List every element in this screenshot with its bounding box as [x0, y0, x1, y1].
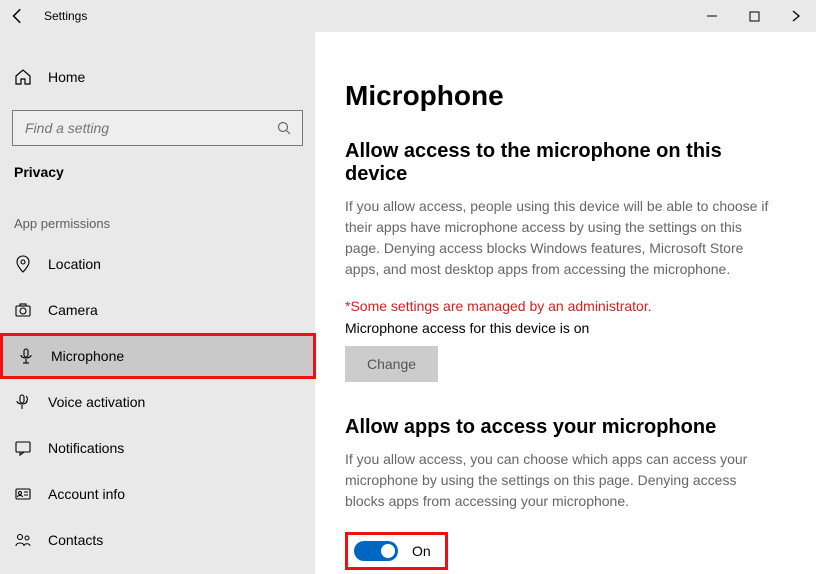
sidebar-item-label: Account info: [48, 486, 125, 502]
sidebar-item-voice-activation[interactable]: Voice activation: [0, 379, 315, 425]
notifications-icon: [14, 439, 32, 457]
section1-heading: Allow access to the microphone on this d…: [345, 140, 776, 186]
toggle-label: On: [412, 543, 431, 559]
sidebar-subhead: App permissions: [0, 196, 315, 241]
back-button[interactable]: [8, 6, 28, 26]
sidebar-item-notifications[interactable]: Notifications: [0, 425, 315, 471]
voice-icon: [14, 393, 32, 411]
sidebar-item-label: Location: [48, 256, 101, 272]
sidebar-item-label: Microphone: [51, 348, 124, 364]
search-input[interactable]: [12, 110, 303, 146]
sidebar-section: Privacy: [0, 164, 315, 196]
sidebar-item-microphone[interactable]: Microphone: [0, 333, 316, 379]
maximize-icon: [749, 11, 760, 22]
arrow-left-icon: [9, 7, 27, 25]
close-button[interactable]: [784, 4, 808, 28]
maximize-button[interactable]: [742, 4, 766, 28]
change-button[interactable]: Change: [345, 346, 438, 382]
device-access-status: Microphone access for this device is on: [345, 320, 776, 336]
titlebar: Settings: [0, 0, 816, 32]
home-icon: [14, 68, 32, 86]
admin-note: *Some settings are managed by an adminis…: [345, 298, 776, 314]
chevron-right-icon: [789, 9, 803, 23]
location-icon: [14, 255, 32, 273]
sidebar: Home Privacy App permissions Location Ca…: [0, 32, 315, 574]
search-field[interactable]: [23, 119, 276, 137]
sidebar-item-location[interactable]: Location: [0, 241, 315, 287]
section2-heading: Allow apps to access your microphone: [345, 416, 776, 439]
minimize-icon: [706, 10, 718, 22]
sidebar-item-account-info[interactable]: Account info: [0, 471, 315, 517]
content-pane: Microphone Allow access to the microphon…: [315, 32, 816, 574]
allow-apps-toggle[interactable]: [354, 541, 398, 561]
allow-apps-toggle-group: On: [345, 532, 448, 570]
toggle-knob-icon: [381, 544, 395, 558]
minimize-button[interactable]: [700, 4, 724, 28]
page-heading: Microphone: [345, 80, 776, 112]
sidebar-item-camera[interactable]: Camera: [0, 287, 315, 333]
camera-icon: [14, 301, 32, 319]
home-label: Home: [48, 69, 85, 85]
sidebar-home[interactable]: Home: [0, 60, 315, 94]
sidebar-item-label: Notifications: [48, 440, 124, 456]
sidebar-item-label: Contacts: [48, 532, 103, 548]
window-title: Settings: [44, 9, 87, 23]
contacts-icon: [14, 531, 32, 549]
section1-desc: If you allow access, people using this d…: [345, 196, 775, 280]
sidebar-item-label: Voice activation: [48, 394, 145, 410]
sidebar-item-contacts[interactable]: Contacts: [0, 517, 315, 563]
sidebar-item-label: Camera: [48, 302, 98, 318]
account-icon: [14, 485, 32, 503]
microphone-icon: [17, 347, 35, 365]
section2-desc: If you allow access, you can choose whic…: [345, 449, 775, 512]
search-icon: [276, 120, 292, 136]
